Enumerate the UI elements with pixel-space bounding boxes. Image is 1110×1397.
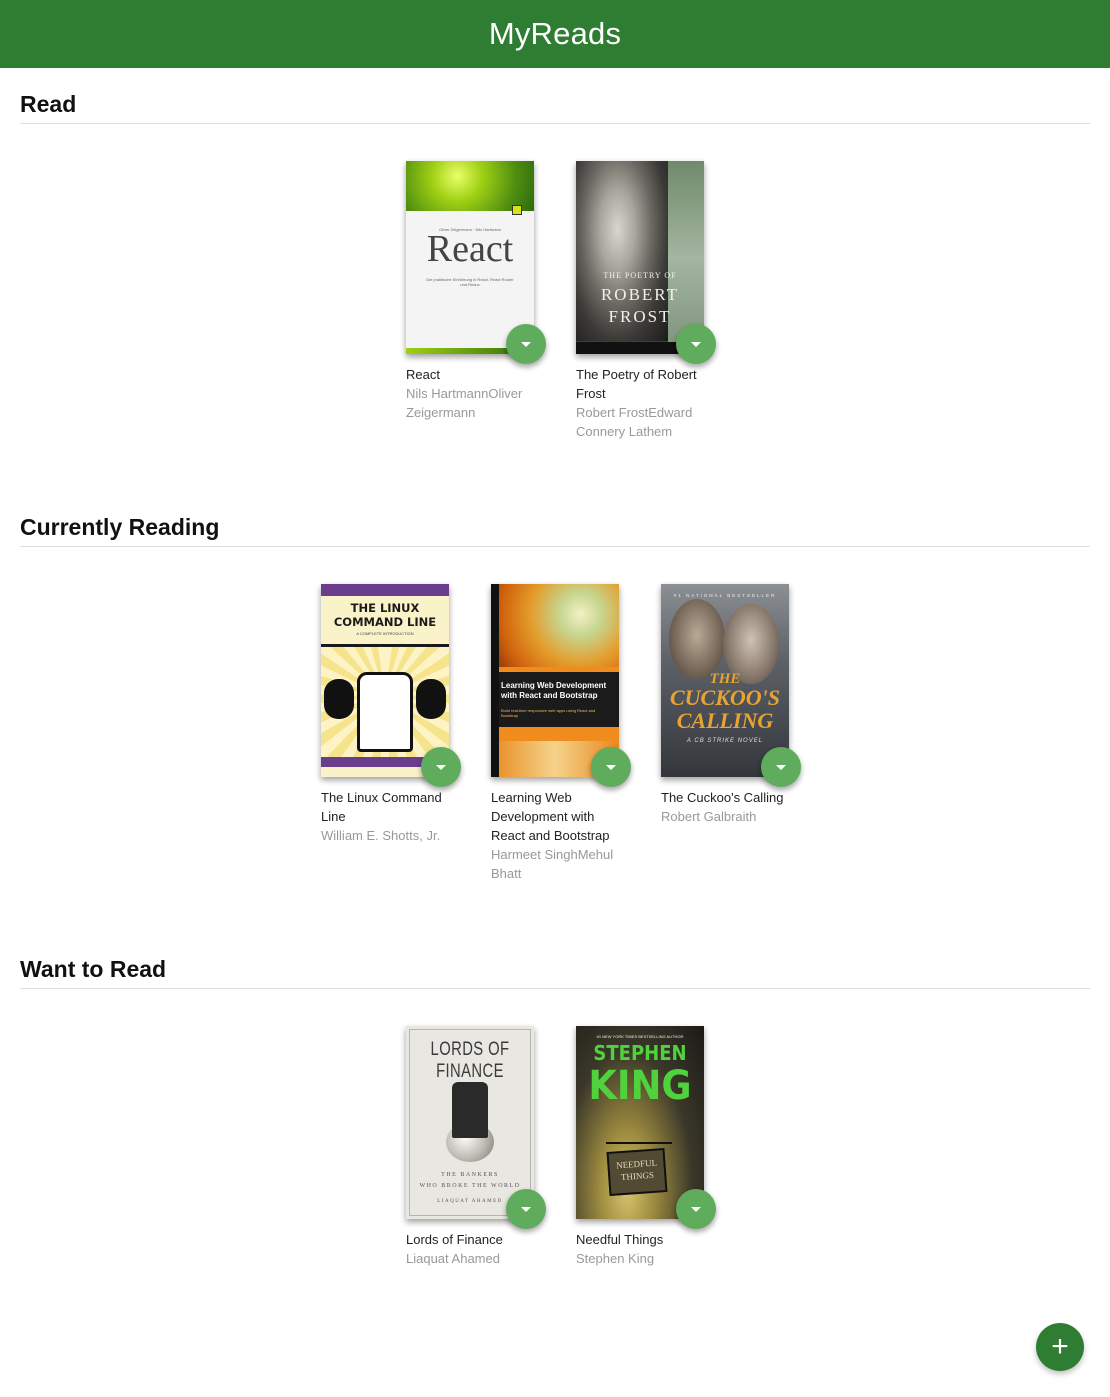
app-header: MyReads: [0, 0, 1110, 68]
shelf-title: Read: [20, 90, 1090, 124]
add-icon: +: [1051, 1330, 1069, 1363]
cover-text: KING: [588, 1063, 692, 1109]
book-authors: Liaquat Ahamed: [406, 1251, 500, 1266]
book: THE LINUX COMMAND LINE A COMPLETE INTROD…: [321, 584, 461, 883]
book-authors: Robert FrostEdward Connery Lathem: [576, 405, 693, 439]
bookshelf-read: Read Oliver Zeigermann · Nils Hartmann R…: [20, 90, 1090, 441]
cover-text: NEEDFUL THINGS: [607, 1156, 667, 1184]
book-cover[interactable]: LORDS OF FINANCE THE BANKERS WHO BROKE T…: [406, 1026, 534, 1219]
shelf-title: Currently Reading: [20, 513, 1090, 547]
add-book-button[interactable]: +: [1036, 1323, 1084, 1371]
book: LORDS OF FINANCE THE BANKERS WHO BROKE T…: [406, 1026, 546, 1268]
shelf-books: THE LINUX COMMAND LINE A COMPLETE INTROD…: [20, 547, 1090, 883]
app-title: MyReads: [488, 16, 622, 51]
book-title: The Poetry of Robert Frost: [576, 367, 697, 401]
shelf-changer-button[interactable]: [591, 747, 631, 787]
cover-text: #1 NEW YORK TIMES BESTSELLING AUTHOR: [596, 1034, 684, 1039]
shelf-changer-button[interactable]: [506, 1189, 546, 1229]
shelf-title: Want to Read: [20, 955, 1090, 989]
book-cover[interactable]: #1 NEW YORK TIMES BESTSELLING AUTHOR STE…: [576, 1026, 704, 1219]
cover-text: STEPHEN: [593, 1041, 687, 1065]
cover-text: WHO BROKE THE WORLD: [419, 1183, 521, 1189]
bookshelf-want-to-read: Want to Read LORDS OF FINANCE THE BANKER…: [20, 955, 1090, 1268]
shelf-changer-button[interactable]: [676, 324, 716, 364]
book-title: Learning Web Development with React and …: [491, 790, 610, 843]
cover-text: CALLING: [676, 708, 774, 733]
shelf-changer-button[interactable]: [761, 747, 801, 787]
book: Oliver Zeigermann · Nils Hartmann React …: [406, 161, 546, 441]
book-cover[interactable]: THE LINUX COMMAND LINE A COMPLETE INTROD…: [321, 584, 449, 777]
cover-text: NEEDFUL: [615, 1157, 658, 1171]
book-authors: William E. Shotts, Jr.: [321, 828, 441, 843]
book-cover[interactable]: #1 NATIONAL BESTSELLER THE CUCKOO'S CALL…: [661, 584, 789, 777]
cover-text: Learning Web Development with React and …: [501, 681, 607, 700]
cover-text: LORDS OF FINANCE: [430, 1039, 510, 1082]
shelf-changer-button[interactable]: [421, 747, 461, 787]
book-authors: Stephen King: [576, 1251, 655, 1266]
book-cover[interactable]: Oliver Zeigermann · Nils Hartmann React …: [406, 161, 534, 354]
cover-text: FROST: [608, 307, 672, 326]
book-cover[interactable]: Learning Web Development with React and …: [491, 584, 619, 777]
book-title: The Cuckoo's Calling: [661, 790, 784, 805]
shelf-books: LORDS OF FINANCE THE BANKERS WHO BROKE T…: [20, 989, 1090, 1268]
book-title: Needful Things: [576, 1232, 664, 1247]
book-authors: Nils HartmannOliver Zeigermann: [406, 386, 523, 420]
book: Learning Web Development with React and …: [491, 584, 631, 883]
shelf-changer-button[interactable]: [676, 1189, 716, 1229]
cover-text: Die praktische Einführung in React, Reac…: [426, 277, 514, 287]
cover-text: ROBERT: [600, 285, 680, 304]
shelf-books: Oliver Zeigermann · Nils Hartmann React …: [20, 124, 1090, 441]
cover-text: A COMPLETE INTRODUCTION: [356, 631, 414, 636]
cover-text: THINGS: [620, 1169, 655, 1183]
bookshelf-currently-reading: Currently Reading THE LINUX COMMAND LINE…: [20, 513, 1090, 883]
cover-text: React: [426, 228, 514, 270]
book-title: React: [406, 367, 440, 382]
book-title: The Linux Command Line: [321, 790, 442, 824]
book-authors: Robert Galbraith: [661, 809, 757, 824]
cover-text: THE LINUX COMMAND LINE: [333, 601, 437, 629]
cover-text: A CB STRIKE NOVEL: [686, 738, 764, 744]
cover-text: THE BANKERS: [441, 1172, 499, 1178]
cover-text: THE POETRY OF: [603, 271, 677, 280]
book-authors: Harmeet SinghMehul Bhatt: [491, 847, 614, 881]
cover-text: #1 NATIONAL BESTSELLER: [673, 593, 777, 598]
book-title: Lords of Finance: [406, 1232, 503, 1247]
book: #1 NEW YORK TIMES BESTSELLING AUTHOR STE…: [576, 1026, 716, 1268]
book: #1 NATIONAL BESTSELLER THE CUCKOO'S CALL…: [661, 584, 801, 883]
book-cover[interactable]: THE POETRY OF ROBERT FROST: [576, 161, 704, 354]
cover-text: Build real-time responsive web apps usin…: [501, 708, 596, 718]
book: THE POETRY OF ROBERT FROST The Poetry of…: [576, 161, 716, 441]
shelf-changer-button[interactable]: [506, 324, 546, 364]
